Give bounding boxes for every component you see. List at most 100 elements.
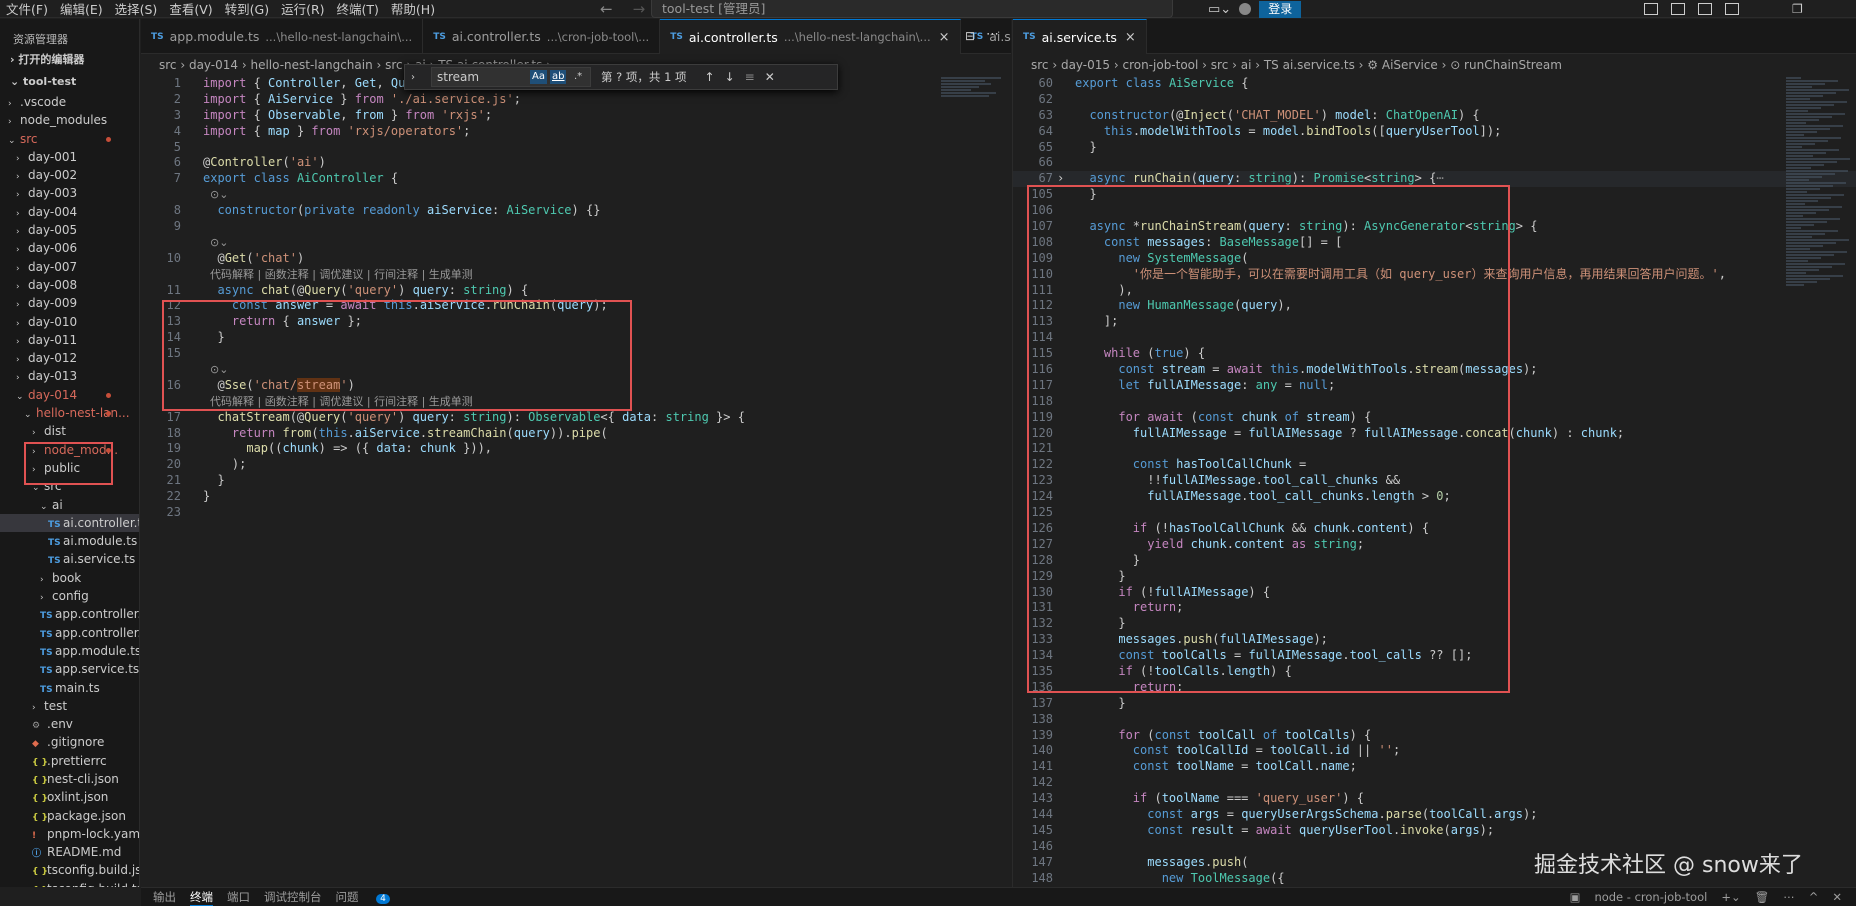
toggle-primary-sidebar-icon[interactable]: [1644, 3, 1658, 15]
code-line[interactable]: 22}: [141, 489, 1011, 505]
code-line[interactable]: 8 constructor(private readonly aiService…: [141, 203, 1011, 219]
code-line[interactable]: 140 const toolCallId = toolCall.id || ''…: [1013, 743, 1856, 759]
toggle-secondary-sidebar-icon[interactable]: [1698, 3, 1712, 15]
tree-file[interactable]: { }tsconfig.build.js...: [0, 861, 139, 879]
tree-folder[interactable]: › day-006: [0, 239, 139, 257]
panel-tab-output[interactable]: 输出: [153, 889, 176, 905]
code-line[interactable]: 65 }: [1013, 140, 1856, 156]
menu-item[interactable]: 编辑(E): [54, 0, 109, 18]
command-center[interactable]: tool-test [管理员]: [651, 0, 1173, 18]
editor-tab[interactable]: TS ai.controller.ts ...\hello-nest-langcha…: [660, 19, 961, 54]
menu-item[interactable]: 运行(R): [275, 0, 330, 18]
code-line[interactable]: 62: [1013, 92, 1856, 108]
maximize-panel-icon[interactable]: ^: [1809, 890, 1819, 904]
tree-file[interactable]: TS main.ts: [0, 679, 139, 697]
tree-folder[interactable]: › .vscode: [0, 93, 139, 111]
open-editors-section[interactable]: › 打开的编辑器: [0, 49, 139, 71]
tree-folder[interactable]: › day-005: [0, 221, 139, 239]
tree-folder[interactable]: › node_modules: [0, 111, 139, 129]
tree-folder[interactable]: › day-012: [0, 349, 139, 367]
tree-file[interactable]: TSapp.controller....: [0, 605, 139, 623]
tree-file[interactable]: TS ai.service.ts: [0, 550, 139, 568]
editor-tab[interactable]: TS ai.service.ts ×: [1013, 19, 1147, 54]
code-line[interactable]: 143 if (toolName === 'query_user') {: [1013, 791, 1856, 807]
code-line[interactable]: 63 constructor(@Inject('CHAT_MODEL') mod…: [1013, 108, 1856, 124]
close-icon[interactable]: ×: [1125, 30, 1136, 45]
code-line[interactable]: 20 );: [141, 457, 1011, 473]
code-line[interactable]: 6 @Controller('ai'): [141, 155, 1011, 171]
code-line[interactable]: 64 this.modelWithTools = model.bindTools…: [1013, 124, 1856, 140]
code-line[interactable]: 5: [141, 140, 1011, 156]
code-line[interactable]: 11 async chat(@Query('query') query: str…: [141, 283, 1011, 299]
tree-folder[interactable]: ⌄ day-014: [0, 386, 139, 404]
panel-tab-debug-console[interactable]: 调试控制台: [264, 889, 322, 905]
forward-arrow-icon[interactable]: →: [633, 0, 646, 18]
editor-tab[interactable]: TS ai.controller.ts ...\cron-job-tool\...: [423, 19, 661, 54]
copilot-icon[interactable]: ▭⌄: [1208, 2, 1231, 17]
code-line[interactable]: 17 chatStream(@Query('query') query: str…: [141, 410, 1011, 426]
tree-folder[interactable]: › config: [0, 587, 139, 605]
tree-folder[interactable]: › day-010: [0, 313, 139, 331]
code-line[interactable]: 19 map((chunk) => ({ data: chunk })),: [141, 441, 1011, 457]
code-line[interactable]: 142: [1013, 775, 1856, 791]
panel-tab-problems[interactable]: 问题 4: [336, 889, 404, 905]
code-line[interactable]: 18 return from(this.aiService.streamChai…: [141, 426, 1011, 442]
menu-item[interactable]: 终端(T): [331, 0, 385, 18]
right-minimap[interactable]: [1786, 76, 1856, 436]
tree-file[interactable]: TS app.module.ts: [0, 642, 139, 660]
next-match-icon[interactable]: ↓: [725, 70, 735, 84]
panel-more-icon[interactable]: ⋯: [1783, 890, 1795, 904]
code-line[interactable]: ⊙⌄: [141, 235, 1011, 251]
tree-folder[interactable]: ⌄ src: [0, 130, 139, 148]
menu-item[interactable]: 文件(F): [0, 0, 54, 18]
back-arrow-icon[interactable]: ←: [600, 0, 613, 18]
editor-tab[interactable]: TS app.module.ts ...\hello-nest-langchain\…: [141, 19, 424, 54]
tree-file[interactable]: ⚙ .env: [0, 715, 139, 733]
tree-folder[interactable]: › day-009: [0, 294, 139, 312]
tree-folder[interactable]: › day-004: [0, 203, 139, 221]
left-minimap[interactable]: [941, 76, 1011, 136]
previous-match-icon[interactable]: ↑: [705, 70, 715, 84]
tree-folder[interactable]: › day-003: [0, 184, 139, 202]
code-line[interactable]: 139 for (const toolCall of toolCalls) {: [1013, 728, 1856, 744]
match-whole-word-toggle[interactable]: ab: [550, 70, 567, 84]
code-line[interactable]: ⊙⌄: [141, 187, 1011, 203]
close-find-icon[interactable]: ✕: [765, 70, 775, 84]
tree-file[interactable]: { }package.json: [0, 807, 139, 825]
code-line[interactable]: 7 export class AiController {: [141, 171, 1011, 187]
tree-file[interactable]: TS app.service.ts: [0, 660, 139, 678]
code-line[interactable]: 137 }: [1013, 696, 1856, 712]
code-line[interactable]: 60 export class AiService {: [1013, 76, 1856, 92]
tree-folder[interactable]: › test: [0, 697, 139, 715]
code-line[interactable]: 141 const toolName = toolCall.name;: [1013, 759, 1856, 775]
menu-item[interactable]: 选择(S): [109, 0, 164, 18]
panel-tab-terminal[interactable]: 终端: [190, 889, 213, 906]
panel-tab-ports[interactable]: 端口: [227, 889, 250, 905]
toggle-panel-icon[interactable]: [1671, 3, 1685, 15]
kill-terminal-icon[interactable]: 🗑: [1755, 890, 1770, 904]
tree-file[interactable]: { }tsconfig.build.ts...: [0, 880, 139, 887]
split-editor-icon[interactable]: ⊟: [965, 29, 975, 43]
tree-folder[interactable]: › day-008: [0, 276, 139, 294]
customize-layout-icon[interactable]: [1725, 3, 1739, 15]
tree-file[interactable]: TSapp.controller.ts: [0, 624, 139, 642]
close-icon[interactable]: ×: [939, 30, 950, 45]
code-line[interactable]: 4 import { map } from 'rxjs/operators';: [141, 124, 1011, 140]
code-line[interactable]: 138: [1013, 712, 1856, 728]
tree-folder[interactable]: › day-011: [0, 331, 139, 349]
tree-folder[interactable]: › book: [0, 569, 139, 587]
tree-folder[interactable]: › day-001: [0, 148, 139, 166]
code-line[interactable]: 145 const result = await queryUserTool.i…: [1013, 823, 1856, 839]
match-case-toggle[interactable]: Aa: [530, 70, 547, 84]
code-line[interactable]: 9: [141, 219, 1011, 235]
new-terminal-icon[interactable]: +⌄: [1721, 890, 1740, 904]
tree-folder[interactable]: › day-013: [0, 367, 139, 385]
account-icon[interactable]: [1239, 3, 1252, 15]
tree-folder[interactable]: ⌄ hello-nest-lan...: [0, 404, 139, 422]
toggle-replace-chevron-icon[interactable]: ›: [411, 72, 415, 83]
find-input[interactable]: stream Aa ab .*: [431, 67, 591, 87]
menu-item[interactable]: 查看(V): [163, 0, 218, 18]
tree-folder[interactable]: › day-007: [0, 258, 139, 276]
code-line[interactable]: 21 }: [141, 473, 1011, 489]
terminal-label[interactable]: node - cron-job-tool: [1594, 890, 1707, 904]
